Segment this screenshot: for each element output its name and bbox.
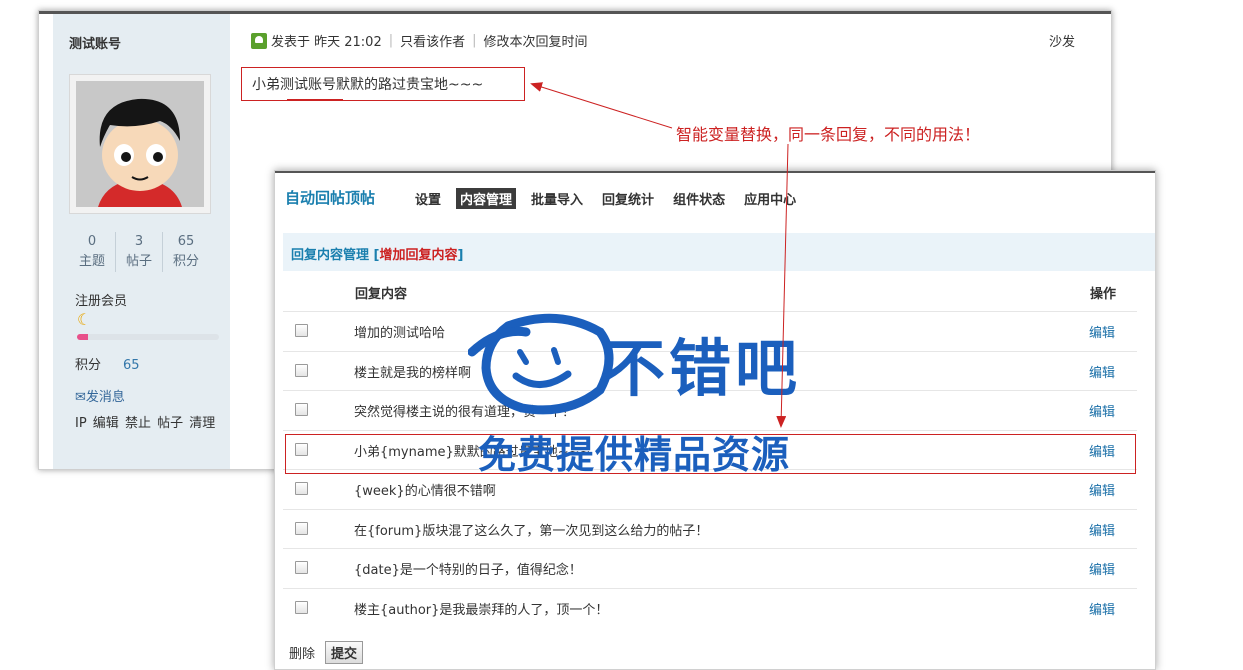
moon-icon: ☾ — [77, 310, 92, 329]
level-progress-fill — [77, 334, 89, 340]
submit-button[interactable]: 提交 — [325, 641, 364, 664]
edit-link[interactable]: 编辑 — [1089, 480, 1115, 499]
tab-content-management[interactable]: 内容管理 — [456, 188, 517, 209]
row-checkbox[interactable] — [295, 324, 308, 337]
tab-reply-stats[interactable]: 回复统计 — [598, 188, 658, 209]
level-progress-bar — [77, 334, 219, 340]
row-checkbox[interactable] — [295, 482, 308, 495]
admin-links[interactable]: IP 编辑 禁止 帖子 清理 — [75, 412, 215, 431]
reply-text: {week}的心情很不错啊 — [354, 484, 496, 499]
table-row: {date}是一个特别的日子，值得纪念！ 编辑 — [283, 548, 1137, 588]
send-message-link[interactable]: ✉发消息 — [75, 386, 125, 405]
post-content: 小弟测试账号默默的路过贵宝地~~~ — [241, 67, 525, 101]
avatar[interactable] — [69, 74, 211, 214]
row-checkbox[interactable] — [295, 522, 308, 535]
reply-text: {date}是一个特别的日子，值得纪念！ — [354, 563, 582, 578]
posted-time: 发表于 昨天 21:02 — [271, 35, 382, 50]
edit-link[interactable]: 编辑 — [1089, 599, 1115, 618]
reply-text: 楼主{author}是我最崇拜的人了，顶一个！ — [354, 603, 609, 618]
stat-points[interactable]: 65 积分 — [162, 232, 209, 272]
table-row: 突然觉得楼主说的很有道理，赞一个！ 编辑 — [283, 390, 1137, 430]
envelope-icon: ✉ — [75, 390, 86, 405]
stat-posts[interactable]: 3 帖子 — [115, 232, 162, 272]
column-header-action: 操作 — [1090, 287, 1117, 302]
section-header: 回复内容管理 [增加回复内容] — [283, 233, 1155, 271]
username-link[interactable]: 测试账号 — [69, 33, 121, 52]
row-checkbox[interactable] — [295, 561, 308, 574]
plugin-panel: 自动回帖顶帖 设置 内容管理 批量导入 回复统计 组件状态 应用中心 回复内容管… — [274, 170, 1156, 670]
reply-text: 在{forum}版块混了这么久了，第一次见到这么给力的帖子！ — [354, 524, 709, 539]
annotation-text: 智能变量替换，同一条回复，不同的用法！ — [676, 125, 981, 144]
edit-reply-time-link[interactable]: 修改本次回复时间 — [484, 31, 588, 50]
tab-component-status[interactable]: 组件状态 — [669, 188, 729, 209]
edit-link[interactable]: 编辑 — [1089, 401, 1115, 420]
table-row: 在{forum}版块混了这么久了，第一次见到这么给力的帖子！ 编辑 — [283, 509, 1137, 549]
delete-label[interactable]: 删除 — [289, 643, 315, 662]
panel-footer: 删除 提交 — [289, 641, 364, 664]
points-row: 积分 65 — [75, 354, 140, 373]
edit-link[interactable]: 编辑 — [1089, 520, 1115, 539]
floor-label[interactable]: 沙发 — [1049, 31, 1075, 50]
row-checkbox[interactable] — [295, 601, 308, 614]
avatar-image — [76, 81, 204, 207]
edit-link[interactable]: 编辑 — [1089, 362, 1115, 381]
section-title: 回复内容管理 [增加回复内容] — [291, 248, 464, 263]
points-label: 积分 — [75, 358, 102, 373]
panel-title[interactable]: 自动回帖顶帖 — [285, 187, 375, 208]
tab-settings[interactable]: 设置 — [411, 188, 445, 209]
tab-app-center[interactable]: 应用中心 — [740, 188, 800, 209]
cartoon-boy-icon — [76, 81, 204, 207]
highlighted-row-box — [285, 434, 1136, 474]
table-row: 增加的测试哈哈 编辑 — [283, 311, 1137, 351]
online-user-icon — [251, 32, 267, 49]
stat-threads[interactable]: 0 主题 — [69, 232, 115, 272]
panel-tabs: 设置 内容管理 批量导入 回复统计 组件状态 应用中心 — [411, 188, 811, 209]
row-checkbox[interactable] — [295, 364, 308, 377]
edit-link[interactable]: 编辑 — [1089, 559, 1115, 578]
reply-text: 突然觉得楼主说的很有道理，赞一个！ — [354, 405, 576, 420]
column-header-content: 回复内容 — [355, 287, 408, 302]
table-row: 楼主就是我的榜样啊 编辑 — [283, 351, 1137, 391]
table-row: {week}的心情很不错啊 编辑 — [283, 469, 1137, 509]
reply-text: 增加的测试哈哈 — [354, 326, 446, 341]
only-author-link[interactable]: 只看该作者 — [400, 31, 465, 50]
reply-text: 楼主就是我的榜样啊 — [354, 366, 472, 381]
add-reply-link[interactable]: 增加回复内容 — [380, 248, 458, 263]
tab-batch-import[interactable]: 批量导入 — [527, 188, 587, 209]
member-group[interactable]: 注册会员 — [75, 290, 127, 309]
user-sidebar: 测试账号 0 主题 3 帖子 65 积分 注册会员 ☾ 积分 65 ✉发消息 I… — [53, 14, 230, 469]
table-row: 楼主{author}是我最崇拜的人了，顶一个！ 编辑 — [283, 588, 1137, 628]
highlight-underline — [287, 99, 343, 101]
user-stats: 0 主题 3 帖子 65 积分 — [69, 232, 209, 272]
row-checkbox[interactable] — [295, 403, 308, 416]
edit-link[interactable]: 编辑 — [1089, 322, 1115, 341]
post-header: 发表于 昨天 21:02 | 只看该作者 | 修改本次回复时间 — [251, 31, 588, 50]
points-value: 65 — [123, 358, 140, 373]
